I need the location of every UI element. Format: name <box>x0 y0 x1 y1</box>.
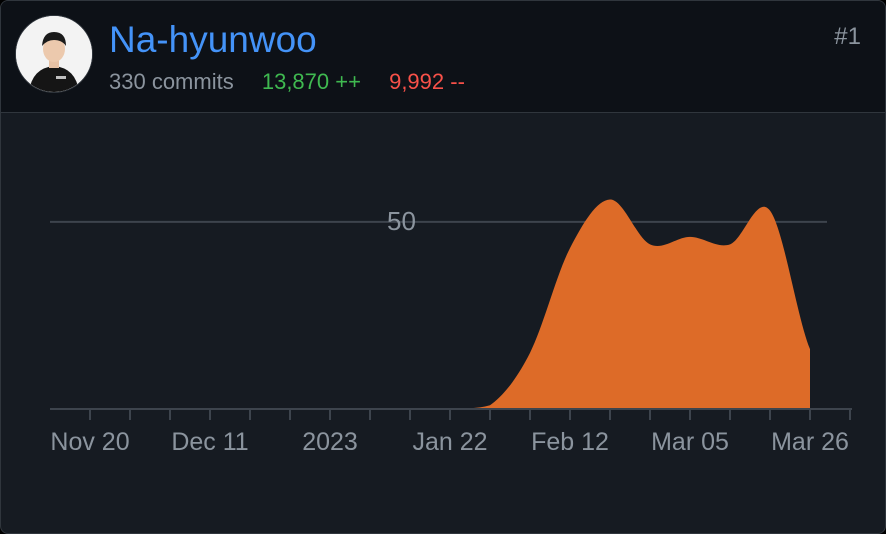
contributions-area-series <box>50 199 810 409</box>
contributor-name-link[interactable]: Na-hyunwoo <box>109 19 317 61</box>
contributor-rank: #1 <box>834 23 861 50</box>
x-tick-label: Mar 26 <box>771 428 849 456</box>
avatar-image <box>16 16 92 92</box>
contributions-chart: 50 Nov 20 Dec 11 2023 Jan 22 Feb 12 Mar 05 Mar … <box>1 113 885 533</box>
x-tick-label: Feb 12 <box>531 428 609 456</box>
contributor-header: Na-hyunwoo 330 commits 13,870 ++ 9,992 -… <box>1 1 885 113</box>
x-tick-label: Nov 20 <box>50 428 129 456</box>
y-tick-label: 50 <box>387 206 416 236</box>
contributor-stats: 330 commits 13,870 ++ 9,992 -- <box>109 69 465 95</box>
contributor-card: Na-hyunwoo 330 commits 13,870 ++ 9,992 -… <box>0 0 886 534</box>
avatar[interactable] <box>15 15 93 93</box>
commits-count-link[interactable]: 330 commits <box>109 69 234 94</box>
x-tick-label: Dec 11 <box>171 428 248 456</box>
x-tick-label: Mar 05 <box>651 428 729 456</box>
x-tick-label: Jan 22 <box>412 428 487 456</box>
contributions-area-chart: 50 Nov 20 Dec 11 2023 Jan 22 Feb 12 Mar 05 Mar … <box>50 199 852 456</box>
x-tick-label: 2023 <box>302 428 358 456</box>
additions-count: 13,870 ++ <box>261 69 361 94</box>
deletions-count: 9,992 -- <box>389 69 465 94</box>
